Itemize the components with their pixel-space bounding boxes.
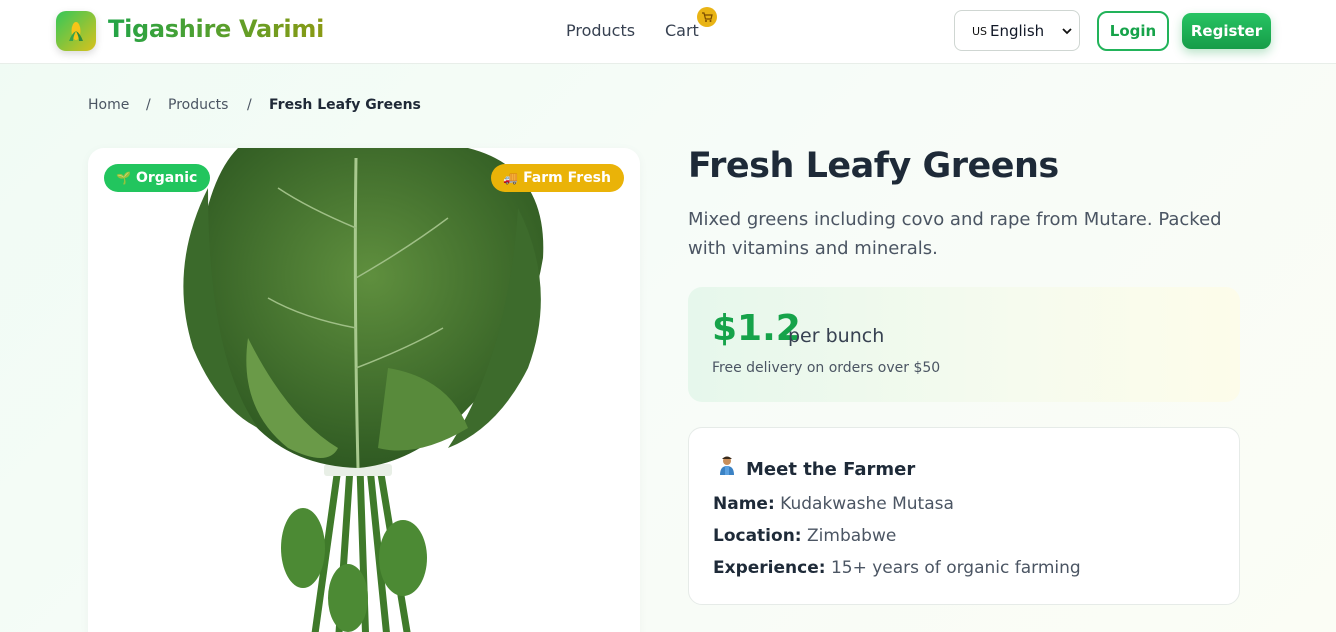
farmer-experience-label: Experience:: [713, 558, 826, 578]
breadcrumb-separator: /: [146, 97, 151, 113]
logo-icon[interactable]: [56, 11, 96, 51]
breadcrumb-current: Fresh Leafy Greens: [269, 97, 421, 113]
product-title: Fresh Leafy Greens: [688, 146, 1059, 186]
farmer-heading-label: Meet the Farmer: [746, 459, 916, 480]
brand-name[interactable]: Tigashire Varimi: [108, 15, 324, 43]
farmer-name-row: Name: Kudakwashe Mutasa: [713, 494, 954, 514]
breadcrumb-separator: /: [247, 97, 252, 113]
farmer-experience-row: Experience: 15+ years of organic farming: [713, 558, 1081, 578]
breadcrumb-home[interactable]: Home: [88, 97, 129, 113]
organic-badge: 🌱 Organic: [104, 164, 211, 192]
farmer-icon: [717, 455, 737, 480]
cart-icon[interactable]: [697, 7, 717, 27]
farm-fresh-badge: 🚚 Farm Fresh: [491, 164, 624, 192]
farmer-name: Kudakwashe Mutasa: [780, 494, 954, 514]
seedling-icon: 🌱: [116, 171, 131, 185]
nav-cart-link[interactable]: Cart: [665, 21, 699, 40]
delivery-note: Free delivery on orders over $50: [712, 360, 941, 376]
organic-badge-label: Organic: [135, 170, 198, 186]
chevron-down-icon: [1062, 28, 1072, 35]
language-selected-label: English: [990, 22, 1045, 40]
farm-fresh-badge-label: Farm Fresh: [523, 170, 611, 186]
product-description: Mixed greens including covo and rape fro…: [688, 209, 1222, 259]
farmer-location-label: Location:: [713, 526, 802, 546]
truck-icon: 🚚: [503, 171, 519, 185]
price-unit: per bunch: [788, 325, 885, 347]
language-select[interactable]: US English: [954, 10, 1080, 51]
farmer-name-label: Name:: [713, 494, 775, 514]
login-button[interactable]: Login: [1097, 11, 1169, 51]
farmer-card: Meet the Farmer Name: Kudakwashe Mutasa …: [688, 427, 1240, 605]
product-image: [183, 148, 544, 632]
farmer-heading: Meet the Farmer: [717, 455, 915, 480]
flag-us-icon: US: [972, 25, 988, 38]
farmer-location: Zimbabwe: [807, 526, 897, 546]
top-navbar: Tigashire Varimi Products Cart US Englis…: [0, 0, 1336, 64]
price-box: $1.2 per bunch Free delivery on orders o…: [688, 287, 1240, 402]
farmer-location-row: Location: Zimbabwe: [713, 526, 896, 546]
nav-products-link[interactable]: Products: [566, 21, 635, 40]
product-image-card: 🌱 Organic 🚚 Farm Fresh: [88, 148, 640, 632]
breadcrumb-products[interactable]: Products: [168, 97, 228, 113]
farmer-experience: 15+ years of organic farming: [830, 558, 1081, 578]
register-button[interactable]: Register: [1182, 13, 1271, 49]
